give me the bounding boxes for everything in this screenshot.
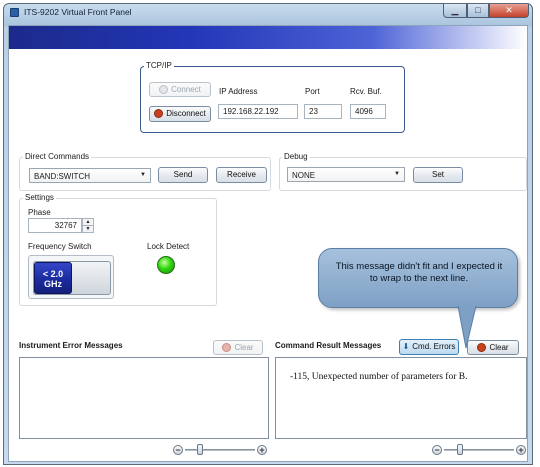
command-clear-label: Clear — [489, 343, 509, 352]
command-zoom-track[interactable] — [444, 449, 514, 451]
tcpip-group-label: TCP/IP — [144, 61, 174, 70]
frequency-switch-label: Frequency Switch — [28, 242, 92, 251]
command-zoom-thumb[interactable] — [457, 444, 463, 455]
receive-button[interactable]: Receive — [216, 167, 267, 183]
settings-group-label: Settings — [23, 193, 56, 202]
debug-level-value: NONE — [292, 171, 316, 180]
disconnect-icon — [154, 109, 164, 118]
freq-button-line1: < 2.0 — [42, 269, 64, 279]
chevron-down-icon: ▼ — [140, 172, 146, 178]
command-result-title: Command Result Messages — [275, 341, 382, 350]
header-band — [9, 26, 527, 49]
lock-detect-indicator — [157, 256, 175, 274]
set-button[interactable]: Set — [413, 167, 463, 183]
cmd-errors-label: Cmd. Errors — [412, 342, 456, 351]
ip-address-input[interactable]: 192.168.22.192 — [218, 104, 298, 119]
chevron-down-icon: ▼ — [394, 171, 400, 177]
debug-level-combo[interactable]: NONE ▼ — [287, 167, 405, 182]
rcv-buf-input[interactable]: 4096 — [350, 104, 386, 119]
window-title: ITS-9202 Virtual Front Panel — [24, 7, 132, 17]
connect-button[interactable]: Connect — [149, 82, 211, 97]
instrument-clear-label: Clear — [234, 343, 254, 352]
disconnect-button[interactable]: Disconnect — [149, 106, 211, 122]
stepper-down-icon[interactable]: ▼ — [83, 226, 93, 232]
instrument-error-title: Instrument Error Messages — [19, 341, 123, 350]
direct-command-value: BAND:SWITCH — [34, 172, 90, 181]
title-bar: ITS-9202 Virtual Front Panel ▁ □ ✕ — [4, 4, 532, 21]
client-area: TCP/IP Connect Disconnect IP Address Por… — [8, 25, 528, 462]
debug-group-label: Debug — [282, 152, 310, 161]
send-button[interactable]: Send — [158, 167, 208, 183]
tcpip-group — [140, 66, 405, 133]
maximize-icon: □ — [475, 5, 481, 15]
direct-command-combo[interactable]: BAND:SWITCH ▼ — [29, 168, 151, 183]
clear-icon — [222, 343, 232, 352]
rcv-buf-label: Rcv. Buf. — [350, 87, 382, 96]
command-result-textarea[interactable]: -115, Unexpected number of parameters fo… — [275, 357, 527, 439]
callout-text: This message didn't fit and I expected i… — [335, 261, 503, 284]
command-result-message: -115, Unexpected number of parameters fo… — [290, 372, 468, 382]
close-button[interactable]: ✕ — [489, 4, 529, 18]
port-input[interactable]: 23 — [304, 104, 342, 119]
cmd-errors-toggle[interactable]: ⬇ Cmd. Errors — [399, 339, 459, 355]
instrument-zoom-track[interactable] — [185, 449, 255, 451]
close-icon: ✕ — [505, 5, 513, 15]
direct-commands-label: Direct Commands — [23, 152, 92, 161]
minimize-button[interactable]: ▁ — [443, 4, 467, 18]
maximize-button[interactable]: □ — [467, 4, 489, 18]
app-window: ITS-9202 Virtual Front Panel ▁ □ ✕ TCP/I… — [3, 3, 533, 465]
port-label: Port — [305, 87, 320, 96]
zoom-in-icon[interactable]: + — [257, 445, 267, 455]
stepper-up-icon[interactable]: ▲ — [83, 219, 93, 226]
instrument-zoom-thumb[interactable] — [197, 444, 203, 455]
ip-address-label: IP Address — [219, 87, 258, 96]
instrument-clear-button[interactable]: Clear — [213, 340, 263, 355]
minimize-icon: ▁ — [451, 5, 459, 15]
frequency-toggle-knob[interactable]: < 2.0 GHz — [34, 262, 72, 294]
phase-label: Phase — [28, 208, 51, 217]
phase-stepper[interactable]: ▲ ▼ — [82, 218, 94, 233]
disconnect-button-label: Disconnect — [166, 109, 206, 118]
connect-icon — [159, 85, 169, 94]
zoom-in-icon[interactable]: + — [516, 445, 526, 455]
app-icon — [10, 8, 19, 17]
frequency-switch[interactable]: < 2.0 GHz — [28, 255, 114, 299]
callout-pointer — [457, 306, 477, 349]
cmd-errors-icon: ⬇ — [402, 342, 410, 351]
lock-detect-label: Lock Detect — [147, 242, 190, 251]
connect-button-label: Connect — [171, 85, 201, 94]
instrument-error-textarea[interactable] — [19, 357, 269, 439]
phase-input[interactable]: 32767 — [28, 218, 82, 233]
zoom-out-icon[interactable]: − — [173, 445, 183, 455]
freq-button-line2: GHz — [44, 279, 62, 289]
annotation-callout: This message didn't fit and I expected i… — [318, 248, 518, 308]
zoom-out-icon[interactable]: − — [432, 445, 442, 455]
